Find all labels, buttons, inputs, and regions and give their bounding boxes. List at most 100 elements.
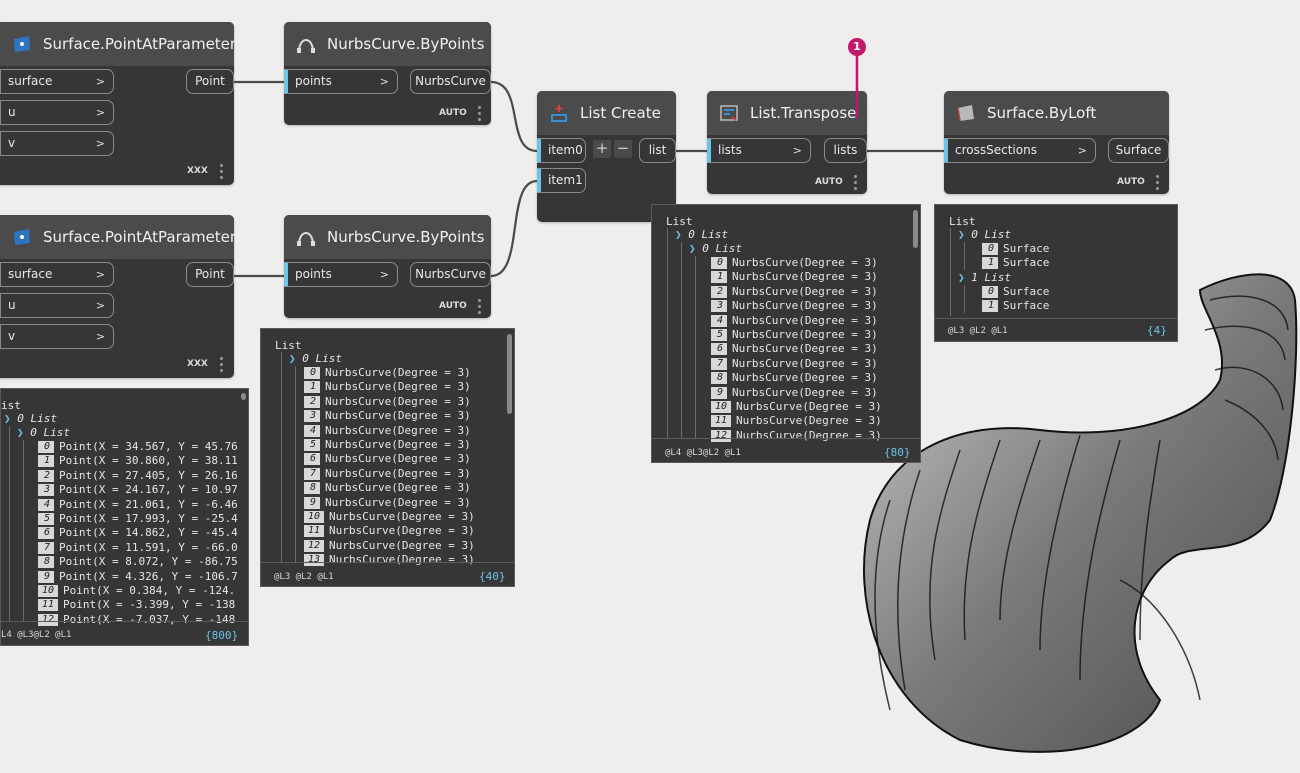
list-index: 5 xyxy=(304,439,320,451)
list-item: 4 Point(X = 21.061, Y = -6.46 xyxy=(38,498,238,512)
list-item-value: NurbsCurve(Degree = 3) xyxy=(329,524,475,538)
list-item: 0 Surface xyxy=(982,242,1049,256)
scrollbar[interactable] xyxy=(913,210,918,248)
list-index: 0 xyxy=(982,286,998,298)
lacing-label[interactable]: XXX xyxy=(187,359,208,369)
list-item: 6 NurbsCurve(Degree = 3) xyxy=(711,342,878,356)
list-item: 2 NurbsCurve(Degree = 3) xyxy=(304,395,471,409)
list-levels[interactable]: @L4 @L3@L2 @L1 xyxy=(665,448,741,458)
lacing-label[interactable]: AUTO xyxy=(1117,177,1145,187)
node-menu-icon[interactable] xyxy=(1156,175,1159,193)
remove-input-button[interactable]: − xyxy=(614,140,632,158)
list-item: 1 Surface xyxy=(982,299,1049,313)
output-port-point[interactable]: Point xyxy=(186,69,234,94)
list-item: 0 NurbsCurve(Degree = 3) xyxy=(304,366,471,380)
lacing-label[interactable]: AUTO xyxy=(439,301,467,311)
input-port-lists[interactable]: lists > xyxy=(707,138,811,163)
list-levels[interactable]: L4 @L3@L2 @L1 xyxy=(1,630,71,640)
list-index: 8 xyxy=(38,556,54,569)
input-port-surface[interactable]: surface > xyxy=(0,262,114,287)
curves-preview-bubble-1[interactable]: List ❯ 0 List 0 NurbsCurve(Degree = 3) 1 Nu… xyxy=(260,328,515,587)
list-index: 1 xyxy=(982,300,998,312)
input-port-v[interactable]: v > xyxy=(0,324,114,349)
list-index: 5 xyxy=(711,329,727,341)
item-count: {4} xyxy=(1147,324,1167,337)
surfaces-preview-bubble[interactable]: List ❯ 0 List ❯ 1 List 0 Surface 1 Surface 0… xyxy=(934,204,1178,342)
input-port-points[interactable]: points > xyxy=(284,69,398,94)
list-item: 7 Point(X = 11.591, Y = -66.0 xyxy=(38,541,238,555)
output-port-point[interactable]: Point xyxy=(186,262,234,287)
surface-byloft-node[interactable]: Surface.ByLoft crossSections > Surface AU… xyxy=(944,91,1169,194)
list-index: 4 xyxy=(304,424,320,437)
list-index: 8 xyxy=(711,372,727,385)
list-item: 12 Point(X = -7.037, Y = -148 xyxy=(38,613,235,627)
chevron-right-icon: > xyxy=(95,75,105,88)
surface-pointatparameter-node-2[interactable]: Surface.PointAtParameter surface > u > v > … xyxy=(0,215,236,378)
list-item: 3 NurbsCurve(Degree = 3) xyxy=(304,409,471,423)
list-item-value: Point(X = 0.384, Y = -124. xyxy=(63,584,236,597)
output-port-list[interactable]: list xyxy=(639,138,676,163)
list-levels[interactable]: @L3 @L2 @L1 xyxy=(948,326,1008,336)
input-port-item1[interactable]: item1 xyxy=(537,168,586,193)
chevron-down-icon: ❯ xyxy=(958,271,965,284)
nurbscurve-bypoints-node-2[interactable]: NurbsCurve.ByPoints points > NurbsCurve A… xyxy=(284,215,491,318)
list-levels[interactable]: @L3 @L2 @L1 xyxy=(274,572,334,582)
output-port-lists[interactable]: lists xyxy=(824,138,867,163)
input-port-u[interactable]: u > xyxy=(0,293,114,318)
list-index: 12 xyxy=(38,613,59,626)
list-item: 9 NurbsCurve(Degree = 3) xyxy=(711,386,878,400)
points-preview-bubble[interactable]: ist ❯ 0 List ❯ 0 List 0 Point(X = 34.567,… xyxy=(0,388,249,646)
node-menu-icon[interactable] xyxy=(220,164,223,182)
list-create-node[interactable]: List Create item0 item1 + − list xyxy=(537,91,676,222)
node-menu-icon[interactable] xyxy=(478,106,481,124)
output-port-nurbscurve[interactable]: NurbsCurve xyxy=(410,262,491,287)
node-menu-icon[interactable] xyxy=(854,175,857,193)
curves-preview-bubble-2[interactable]: List ❯ 0 List ❯ 0 List 0 NurbsCurve(Degre… xyxy=(651,204,921,463)
list-item-value: NurbsCurve(Degree = 3) xyxy=(325,438,471,451)
input-port-v[interactable]: v > xyxy=(0,131,114,156)
node-menu-icon[interactable] xyxy=(478,299,481,317)
surface-pointatparameter-node-1[interactable]: Surface.PointAtParameter surface > u > v > … xyxy=(0,22,237,185)
node-title: NurbsCurve.ByPoints xyxy=(327,228,485,246)
scrollbar[interactable] xyxy=(241,393,246,400)
output-port-nurbscurve[interactable]: NurbsCurve xyxy=(410,69,491,94)
list-index: 2 xyxy=(38,469,54,482)
input-port-item0[interactable]: item0 xyxy=(537,138,586,163)
list-item: 0 NurbsCurve(Degree = 3) xyxy=(711,256,878,270)
lacing-label[interactable]: AUTO xyxy=(815,177,843,187)
chevron-right-icon: > xyxy=(379,75,389,88)
input-port-crosssections[interactable]: crossSections > xyxy=(944,138,1096,163)
list-item-value: NurbsCurve(Degree = 3) xyxy=(736,414,882,428)
list-item-value: Surface xyxy=(1003,242,1050,255)
node-title: List.Transpose xyxy=(750,104,857,122)
list-transpose-node[interactable]: List.Transpose lists > lists AUTO xyxy=(707,91,867,194)
list-item: 6 NurbsCurve(Degree = 3) xyxy=(304,452,471,466)
lacing-label[interactable]: AUTO xyxy=(439,108,467,118)
list-item-value: NurbsCurve(Degree = 3) xyxy=(732,342,878,356)
list-item-value: Point(X = 14.862, Y = -45.4 xyxy=(59,526,238,540)
callout-badge: 1 xyxy=(848,38,866,56)
node-title: Surface.PointAtParameter xyxy=(43,35,237,53)
list-index: 7 xyxy=(38,541,54,554)
input-port-surface[interactable]: surface > xyxy=(0,69,114,94)
list-index: 11 xyxy=(304,525,325,538)
list-index: 3 xyxy=(38,484,54,497)
list-item-value: NurbsCurve(Degree = 3) xyxy=(325,380,471,394)
node-menu-icon[interactable] xyxy=(220,357,223,375)
chevron-right-icon: > xyxy=(95,106,105,119)
input-port-u[interactable]: u > xyxy=(0,100,114,125)
input-port-points[interactable]: points > xyxy=(284,262,398,287)
add-input-button[interactable]: + xyxy=(593,140,611,158)
nurbscurve-bypoints-node-1[interactable]: NurbsCurve.ByPoints points > NurbsCurve A… xyxy=(284,22,491,125)
output-port-surface[interactable]: Surface xyxy=(1108,138,1169,163)
lacing-label[interactable]: XXX xyxy=(187,166,208,176)
list-item: 0 Point(X = 34.567, Y = 45.76 xyxy=(38,440,238,454)
scrollbar[interactable] xyxy=(507,334,512,414)
list-item-value: NurbsCurve(Degree = 3) xyxy=(732,313,878,327)
list-index: 7 xyxy=(304,467,320,480)
list-index: 0 xyxy=(982,243,998,255)
list-item: 4 NurbsCurve(Degree = 3) xyxy=(304,424,471,438)
list-item: 11 Point(X = -3.399, Y = -138 xyxy=(38,598,235,612)
chevron-down-icon: ❯ xyxy=(675,228,682,241)
list-item: 0 Surface xyxy=(982,285,1049,299)
